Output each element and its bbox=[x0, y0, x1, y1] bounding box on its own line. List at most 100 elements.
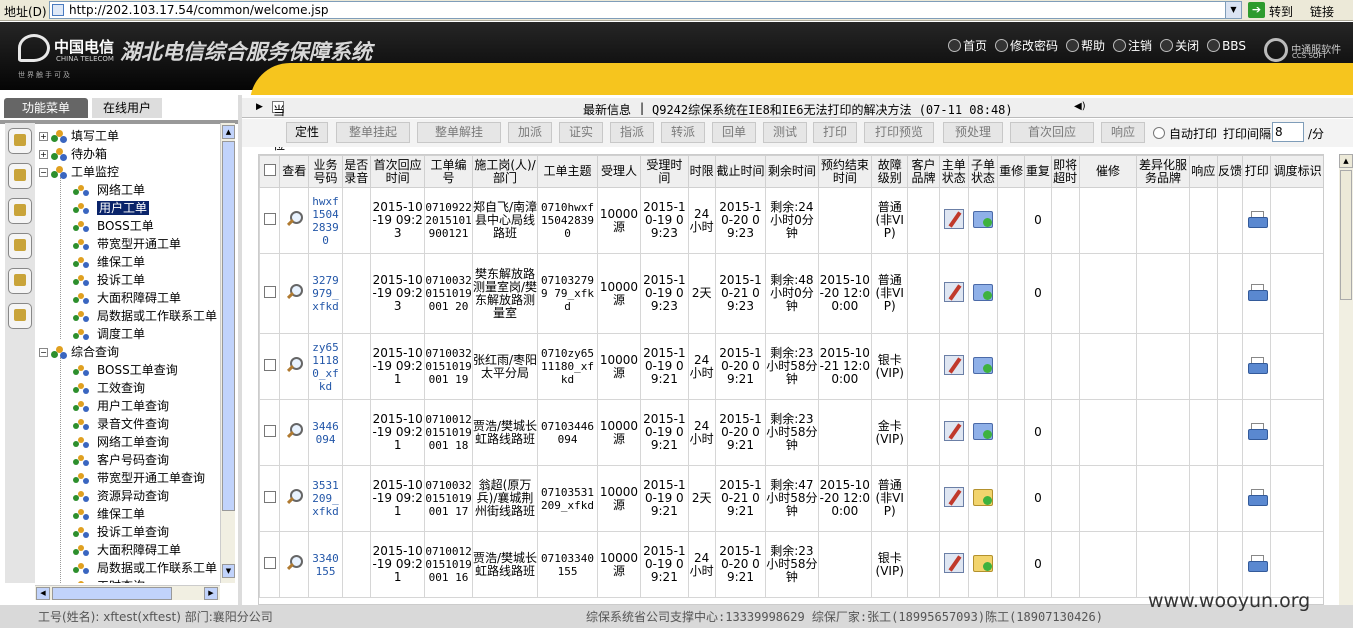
toolbar-button-5[interactable]: 指派 bbox=[610, 122, 654, 143]
tree-item[interactable]: 客户号码查询 bbox=[73, 451, 169, 469]
tree-item[interactable]: 用户工单 bbox=[73, 199, 150, 217]
scroll-up-icon[interactable]: ▲ bbox=[222, 125, 235, 139]
tree-item[interactable]: BOSS工单查询 bbox=[73, 361, 178, 379]
tree-vertical-scrollbar[interactable]: ▲ ▼ bbox=[220, 123, 235, 583]
tree-item[interactable]: 网络工单 bbox=[73, 181, 145, 199]
tree-item[interactable]: 局数据或工作联系工单 bbox=[73, 307, 217, 325]
module-5-icon[interactable] bbox=[8, 268, 32, 294]
folder-icon[interactable] bbox=[972, 554, 993, 572]
printer-icon[interactable] bbox=[1247, 488, 1268, 506]
table-row[interactable]: zy6511180_xfkd 2015-10-19 09:21 0710032015… bbox=[259, 333, 1323, 400]
edit-pen-icon[interactable] bbox=[943, 487, 964, 507]
toolbar-button-6[interactable]: 转派 bbox=[661, 122, 705, 143]
go-button[interactable]: ➔ 转到 bbox=[1248, 1, 1300, 19]
tree-item[interactable]: 网络工单查询 bbox=[73, 433, 169, 451]
nav-item-0[interactable]: 首页 bbox=[948, 37, 987, 54]
tree-item[interactable]: 带宽型开通工单查询 bbox=[73, 469, 205, 487]
module-2-icon[interactable] bbox=[8, 163, 32, 189]
row-checkbox[interactable] bbox=[263, 286, 276, 298]
tree-item[interactable]: 带宽型开通工单 bbox=[73, 235, 181, 253]
tree-group-1[interactable]: + 待办箱 bbox=[39, 145, 107, 163]
magnifier-icon[interactable] bbox=[285, 356, 304, 374]
printer-icon[interactable] bbox=[1247, 554, 1268, 572]
table-row[interactable]: 3531209_xfkd 2015-10-19 09:21 071003201510… bbox=[259, 465, 1323, 532]
table-row[interactable]: hwxf150428390 2015-10-19 09:23 07109222015… bbox=[259, 187, 1323, 254]
nav-item-3[interactable]: 注销 bbox=[1113, 37, 1152, 54]
business-number[interactable]: 3279979_xfkd bbox=[308, 253, 343, 334]
magnifier-icon[interactable] bbox=[285, 422, 304, 440]
links-button[interactable]: 链接 bbox=[1310, 3, 1334, 20]
tree-group-2[interactable]: − 工单监控 bbox=[39, 163, 119, 181]
toolbar-button-3[interactable]: 加派 bbox=[508, 122, 552, 143]
nav-item-2[interactable]: 帮助 bbox=[1066, 37, 1105, 54]
collapse-icon[interactable]: − bbox=[39, 348, 48, 357]
nav-item-1[interactable]: 修改密码 bbox=[995, 37, 1058, 54]
edit-pen-icon[interactable] bbox=[943, 421, 964, 441]
module-6-icon[interactable] bbox=[8, 303, 32, 329]
url-dropdown-icon[interactable]: ▼ bbox=[1225, 2, 1241, 18]
select-all-checkbox[interactable] bbox=[263, 164, 276, 176]
auto-print-radio[interactable] bbox=[1153, 127, 1165, 139]
business-number[interactable]: 3531209_xfkd bbox=[308, 465, 343, 532]
news-ticker[interactable]: Q9242综保系统在IE8和IE6无法打印的解决方法 (07-11 08:48) bbox=[652, 101, 1013, 118]
business-number[interactable]: 3446094 bbox=[308, 399, 343, 466]
toolbar-button-0[interactable]: 定性 bbox=[286, 122, 328, 143]
printer-icon[interactable] bbox=[1247, 422, 1268, 440]
row-checkbox[interactable] bbox=[263, 557, 276, 569]
toolbar-button-8[interactable]: 测试 bbox=[763, 122, 807, 143]
module-3-icon[interactable] bbox=[8, 198, 32, 224]
hscroll-thumb[interactable] bbox=[52, 587, 172, 600]
tree-item[interactable]: BOSS工单 bbox=[73, 217, 154, 235]
printer-icon[interactable] bbox=[1247, 210, 1268, 228]
tree-group-0[interactable]: + 填写工单 bbox=[39, 127, 119, 145]
row-checkbox[interactable] bbox=[263, 425, 276, 437]
expand-icon[interactable]: + bbox=[39, 132, 48, 141]
tree-item[interactable]: 大面积障碍工单 bbox=[73, 289, 181, 307]
folder-icon[interactable] bbox=[972, 488, 993, 506]
scroll-right-icon[interactable]: ▶ bbox=[204, 587, 218, 600]
tree-item[interactable]: 局数据或工作联系工单 bbox=[73, 559, 217, 577]
nav-item-5[interactable]: BBS bbox=[1207, 37, 1246, 54]
folder-icon[interactable] bbox=[972, 356, 993, 374]
toolbar-button-13[interactable]: 响应 bbox=[1101, 122, 1145, 143]
toolbar-button-10[interactable]: 打印预览 bbox=[864, 122, 934, 143]
row-checkbox[interactable] bbox=[263, 213, 276, 225]
printer-icon[interactable] bbox=[1247, 283, 1268, 301]
print-interval-input[interactable]: 8 bbox=[1272, 122, 1304, 142]
edit-pen-icon[interactable] bbox=[943, 553, 964, 573]
tree-horizontal-scrollbar[interactable]: ◀ ▶ bbox=[35, 585, 220, 600]
folder-icon[interactable] bbox=[972, 422, 993, 440]
edit-pen-icon[interactable] bbox=[943, 209, 964, 229]
scroll-thumb[interactable] bbox=[222, 141, 235, 511]
toolbar-button-2[interactable]: 整单解挂 bbox=[417, 122, 501, 143]
nav-item-4[interactable]: 关闭 bbox=[1160, 37, 1199, 54]
edit-pen-icon[interactable] bbox=[943, 282, 964, 302]
scroll-left-icon[interactable]: ◀ bbox=[36, 587, 50, 600]
speaker-icon[interactable]: ◀) bbox=[1074, 101, 1086, 112]
business-number[interactable]: 3340155 bbox=[308, 531, 343, 598]
toolbar-button-7[interactable]: 回单 bbox=[712, 122, 756, 143]
magnifier-icon[interactable] bbox=[285, 488, 304, 506]
scroll-down-icon[interactable]: ▼ bbox=[222, 564, 235, 578]
module-4-icon[interactable] bbox=[8, 233, 32, 259]
row-checkbox[interactable] bbox=[263, 359, 276, 371]
tree-item[interactable]: 用户工单查询 bbox=[73, 397, 169, 415]
tree-item[interactable]: 维保工单 bbox=[73, 253, 145, 271]
edit-pen-icon[interactable] bbox=[943, 355, 964, 375]
tree-group-3[interactable]: − 综合查询 bbox=[39, 343, 119, 361]
tree-item[interactable]: 大面积障碍工单 bbox=[73, 541, 181, 559]
module-1-icon[interactable] bbox=[8, 128, 32, 154]
grid-vertical-scrollbar[interactable]: ▲ bbox=[1339, 154, 1353, 605]
toolbar-button-1[interactable]: 整单挂起 bbox=[336, 122, 410, 143]
table-row[interactable]: 3340155 2015-10-19 09:21 07100120151019001… bbox=[259, 531, 1323, 598]
tree-item[interactable]: 工效查询 bbox=[73, 379, 145, 397]
tree-item[interactable]: 投诉工单查询 bbox=[73, 523, 169, 541]
business-number[interactable]: hwxf150428390 bbox=[308, 187, 343, 254]
toolbar-button-9[interactable]: 打印 bbox=[813, 122, 857, 143]
tab-function-menu[interactable]: 功能菜单 bbox=[4, 98, 88, 118]
tab-online-users[interactable]: 在线用户 bbox=[92, 98, 162, 118]
grid-scroll-thumb[interactable] bbox=[1340, 170, 1352, 300]
magnifier-icon[interactable] bbox=[285, 554, 304, 572]
row-checkbox[interactable] bbox=[263, 491, 276, 503]
grid-scroll-up-icon[interactable]: ▲ bbox=[1339, 154, 1353, 168]
